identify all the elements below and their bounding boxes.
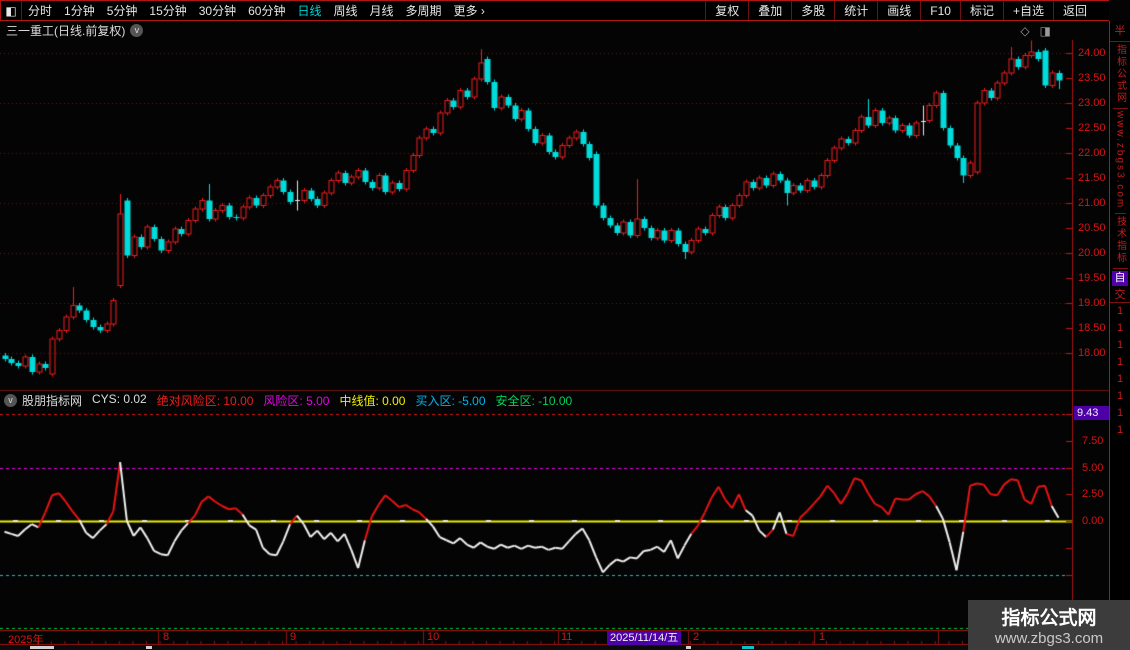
toolbar-button[interactable]: 多股 [791, 1, 834, 20]
period-tab[interactable]: 30分钟 [193, 2, 242, 19]
sidebar-digit: 1 [1116, 322, 1124, 335]
x-axis-month-label: 8 [163, 631, 170, 643]
period-tab[interactable]: 60分钟 [242, 2, 291, 19]
top-toolbar: ◧ 分时 1分钟 5分钟 15分钟 30分钟 60分钟 日线 周线 月线 多周期 更多 › 复权 叠加… [0, 0, 1109, 21]
layout-grid-icon[interactable]: ◧ [1, 1, 22, 20]
sidebar-vertical-text[interactable]: 技术指标 [1112, 216, 1128, 270]
x-axis-month-label: 2 [693, 631, 700, 643]
sidebar-digit: 1 [1116, 390, 1124, 403]
indicator-field: 风险区: 5.00 [263, 394, 330, 408]
indicator-field: 安全区: -10.00 [495, 394, 573, 408]
price-tick-label: 19.50 [1078, 272, 1106, 284]
toolbar-actions: 复权 叠加 多股 统计 画线 F10 标记 +自选 返回 [705, 1, 1096, 20]
sidebar-vertical-text[interactable]: 指标公式网 [1112, 44, 1128, 109]
watermark-url: www.zbgs3.com [994, 630, 1104, 647]
bottom-partial-strip [0, 645, 1130, 650]
period-tab[interactable]: 分时 [22, 2, 58, 19]
title-row: 三一重工(日线.前复权) v ◇ ◨ [0, 22, 1109, 39]
period-tab[interactable]: 1分钟 [58, 2, 101, 19]
price-tick-label: 19.00 [1078, 297, 1106, 309]
indicator-header: v 股朋指标网 CYS: 0.02 绝对风险区: 10.00 风险区: 5.00 中线值… [0, 392, 1070, 409]
indicator-field: 买入区: -5.00 [415, 394, 486, 408]
period-tab[interactable]: 15分钟 [143, 2, 192, 19]
indicator-tick-label: 7.50 [1082, 434, 1104, 447]
indicator-collapse-icon[interactable]: v [4, 394, 17, 407]
price-tick-label: 18.00 [1078, 347, 1106, 359]
x-axis-month-label: 1 [819, 631, 826, 643]
toolbar-button[interactable]: 统计 [834, 1, 877, 20]
price-tick-label: 20.50 [1078, 222, 1106, 234]
price-tick-label: 22.00 [1078, 147, 1106, 159]
sidebar-digit: 1 [1116, 424, 1124, 437]
sidebar-digit: 1 [1116, 407, 1124, 420]
watermark: 指标公式网 www.zbgs3.com [968, 600, 1130, 650]
toolbar-button[interactable]: 返回 [1052, 1, 1096, 20]
sidebar-sub-label: 交 [1110, 286, 1130, 304]
price-tick-label: 21.50 [1078, 172, 1106, 184]
indicator-field: 绝对风险区: 10.00 [156, 394, 254, 408]
indicator-field: 中线值: 0.00 [339, 394, 406, 408]
indicator-tick-label: 2.50 [1082, 488, 1104, 501]
sidebar-sections: 指标公式网 www.zbgs3.com 技术指标 [1110, 44, 1130, 270]
indicator-field: CYS: 0.02 [92, 392, 147, 406]
partial-glyph [742, 646, 754, 649]
toolbar-button[interactable]: 画线 [877, 1, 920, 20]
price-tick-label: 18.50 [1078, 322, 1106, 334]
chevron-down-icon[interactable]: v [130, 24, 144, 37]
sidebar-digit: 1 [1116, 305, 1124, 318]
period-tab[interactable]: 多周期 [400, 2, 448, 19]
toolbar-button[interactable]: F10 [920, 1, 960, 20]
toolbar-button[interactable]: 叠加 [748, 1, 791, 20]
x-axis-month-label: 11 [561, 631, 573, 643]
indicator-values: 股朋指标网 CYS: 0.02 绝对风险区: 10.00 风险区: 5.00 中线值: … [22, 392, 582, 409]
sidebar-top-label: 半 [1110, 21, 1130, 42]
indicator-field: 股朋指标网 [22, 394, 83, 408]
chart-canvas[interactable] [0, 0, 1130, 650]
toolbar-button[interactable]: +自选 [1002, 1, 1053, 20]
sidebar-digit-list: 1 1 1 1 1 1 1 1 [1110, 303, 1130, 439]
period-tab[interactable]: 更多 › [448, 2, 491, 19]
partial-glyph [686, 646, 691, 649]
price-tick-label: 20.00 [1078, 247, 1106, 259]
partial-glyph [30, 646, 54, 649]
price-tick-label: 24.00 [1078, 47, 1106, 59]
partial-glyph [146, 646, 152, 649]
sidebar-digit: 1 [1116, 356, 1124, 369]
price-tick-label: 23.50 [1078, 72, 1106, 84]
price-tick-label: 22.50 [1078, 122, 1106, 134]
sidebar-digit: 1 [1116, 339, 1124, 352]
indicator-tick-label: 0.00 [1082, 515, 1104, 527]
panel-toggle-icon[interactable]: ◨ [1040, 24, 1051, 38]
sidebar-digit: 1 [1116, 373, 1124, 386]
period-tab[interactable]: 5分钟 [101, 2, 144, 19]
watermark-title: 指标公式网 [1001, 608, 1097, 629]
x-axis-month-label: 10 [427, 631, 440, 643]
toolbar-button[interactable]: 复权 [705, 1, 748, 20]
indicator-value-badge: 9.43 [1074, 406, 1112, 420]
toolbar-button[interactable]: 标记 [959, 1, 1003, 20]
crosshair-date-badge: 2025/11/14/五 [607, 631, 682, 646]
sidebar-vertical-text[interactable]: www.zbgs3.com [1114, 111, 1126, 215]
period-tabs: 分时 1分钟 5分钟 15分钟 30分钟 60分钟 日线 周线 月线 多周期 更多 › [22, 2, 491, 19]
right-sidebar[interactable]: 半 指标公式网 www.zbgs3.com 技术指标 自 交 1 1 1 1 1 1 1 1 [1109, 21, 1130, 650]
stock-title: 三一重工(日线.前复权) [6, 24, 126, 38]
price-tick-label: 21.00 [1078, 197, 1106, 209]
period-tab[interactable]: 周线 [327, 2, 363, 19]
period-tab[interactable]: 日线 [291, 2, 327, 19]
price-tick-label: 23.00 [1078, 97, 1106, 109]
diamond-icon[interactable]: ◇ [1020, 24, 1029, 38]
indicator-tick-label: 5.00 [1082, 461, 1104, 474]
x-axis-month-label: 9 [290, 631, 297, 643]
sidebar-highlight-tab[interactable]: 自 [1112, 271, 1128, 287]
app-window: ◧ 分时 1分钟 5分钟 15分钟 30分钟 60分钟 日线 周线 月线 多周期 更多 › 复权 叠加… [0, 0, 1130, 650]
period-tab[interactable]: 月线 [364, 2, 400, 19]
